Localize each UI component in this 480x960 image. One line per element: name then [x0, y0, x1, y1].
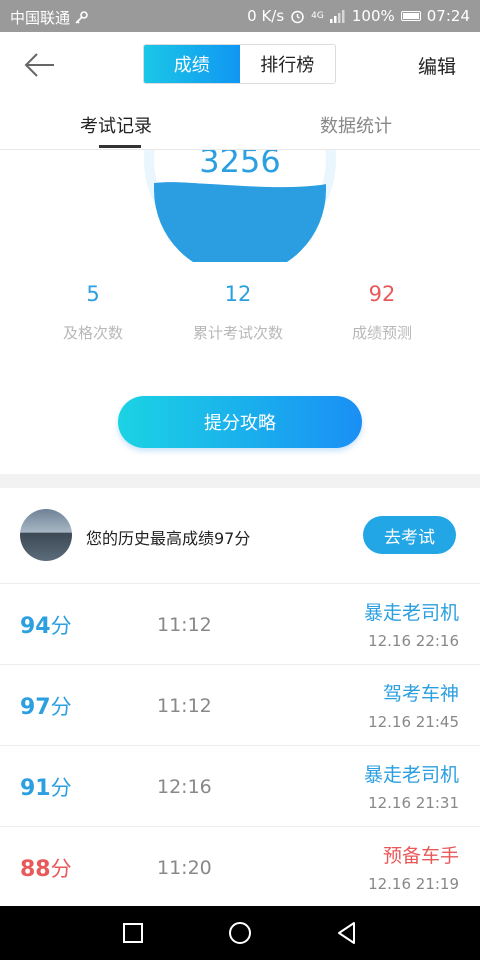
- record-score-value: 88: [20, 857, 51, 882]
- segment-control: 成绩 排行榜: [143, 44, 336, 84]
- stat-predict: 92: [368, 282, 396, 306]
- record-score: 97分: [20, 691, 72, 721]
- gauge-value: 3256: [199, 150, 281, 180]
- stat-pass-label: 及格次数: [62, 324, 123, 342]
- edit-button[interactable]: 编辑: [418, 52, 456, 79]
- segment-rank[interactable]: 排行榜: [240, 45, 336, 83]
- record-row[interactable]: 94分 11:12 暴走老司机 12.16 22:16: [0, 584, 480, 665]
- square-nav-icon[interactable]: [118, 918, 148, 948]
- net-speed: 0 K/s: [247, 7, 285, 25]
- battery-percent: 100%: [351, 7, 395, 25]
- record-duration: 11:12: [157, 614, 212, 636]
- tab-indicator: [99, 145, 141, 148]
- record-row[interactable]: 97分 11:12 驾考车神 12.16 21:45: [0, 665, 480, 746]
- record-score-value: 94: [20, 614, 51, 639]
- record-duration: 11:20: [157, 857, 212, 879]
- record-score: 94分: [20, 610, 72, 640]
- record-score: 91分: [20, 772, 72, 802]
- signal-icon: [329, 10, 345, 23]
- record-title: 暴走老司机: [363, 602, 459, 624]
- record-row[interactable]: 88分 11:20 预备车手 12.16 21:19: [0, 827, 480, 908]
- best-score-row: 您的历史最高成绩97分 去考试: [0, 488, 480, 584]
- key-icon: [75, 10, 88, 24]
- go-exam-button[interactable]: 去考试: [363, 516, 456, 554]
- stat-predict-label: 成绩预测: [351, 324, 412, 342]
- carrier-label: 中国联通: [10, 9, 71, 27]
- best-score-text: 您的历史最高成绩97分: [86, 529, 251, 548]
- record-title: 暴走老司机: [363, 764, 459, 786]
- avatar[interactable]: [20, 509, 72, 561]
- network-type: 4G: [311, 11, 324, 21]
- record-duration: 11:12: [157, 695, 212, 717]
- stat-pass-count: 5: [86, 282, 100, 306]
- stat-total-count: 12: [224, 282, 252, 306]
- stat-total-label: 累计考试次数: [192, 324, 283, 342]
- circle-nav-icon[interactable]: [225, 918, 255, 948]
- record-score-unit: 分: [50, 695, 72, 719]
- tab-data-stats[interactable]: 数据统计: [320, 112, 392, 138]
- record-date: 12.16 21:31: [368, 794, 459, 812]
- record-score-unit: 分: [50, 857, 72, 881]
- record-score-value: 91: [20, 776, 51, 801]
- status-bar: 中国联通 0 K/s 4G 100% 07:24: [0, 0, 480, 32]
- sub-tabs: 考试记录 数据统计: [0, 96, 480, 150]
- record-title: 驾考车神: [382, 683, 459, 705]
- record-score-unit: 分: [50, 776, 72, 800]
- record-score-value: 97: [20, 695, 51, 720]
- record-date: 12.16 21:45: [368, 713, 459, 731]
- record-title: 预备车手: [382, 845, 459, 867]
- clock: 07:24: [426, 7, 470, 25]
- tab-exam-records[interactable]: 考试记录: [80, 112, 152, 138]
- record-score: 88分: [20, 853, 72, 883]
- section-divider: [0, 474, 480, 488]
- record-date: 12.16 22:16: [368, 632, 459, 650]
- improve-tips-button[interactable]: 提分攻略: [118, 396, 362, 448]
- record-score-unit: 分: [50, 614, 72, 638]
- back-arrow-icon[interactable]: [22, 50, 58, 80]
- record-date: 12.16 21:19: [368, 875, 459, 893]
- system-nav-bar: [0, 906, 480, 960]
- alarm-icon: [291, 10, 304, 23]
- battery-icon: [400, 11, 421, 21]
- app-header: 成绩 排行榜 编辑: [0, 32, 480, 96]
- record-duration: 12:16: [157, 776, 212, 798]
- triangle-nav-icon[interactable]: [332, 918, 362, 948]
- score-gauge: 3256: [0, 150, 480, 262]
- record-row[interactable]: 91分 12:16 暴走老司机 12.16 21:31: [0, 746, 480, 827]
- segment-scores[interactable]: 成绩: [144, 45, 240, 83]
